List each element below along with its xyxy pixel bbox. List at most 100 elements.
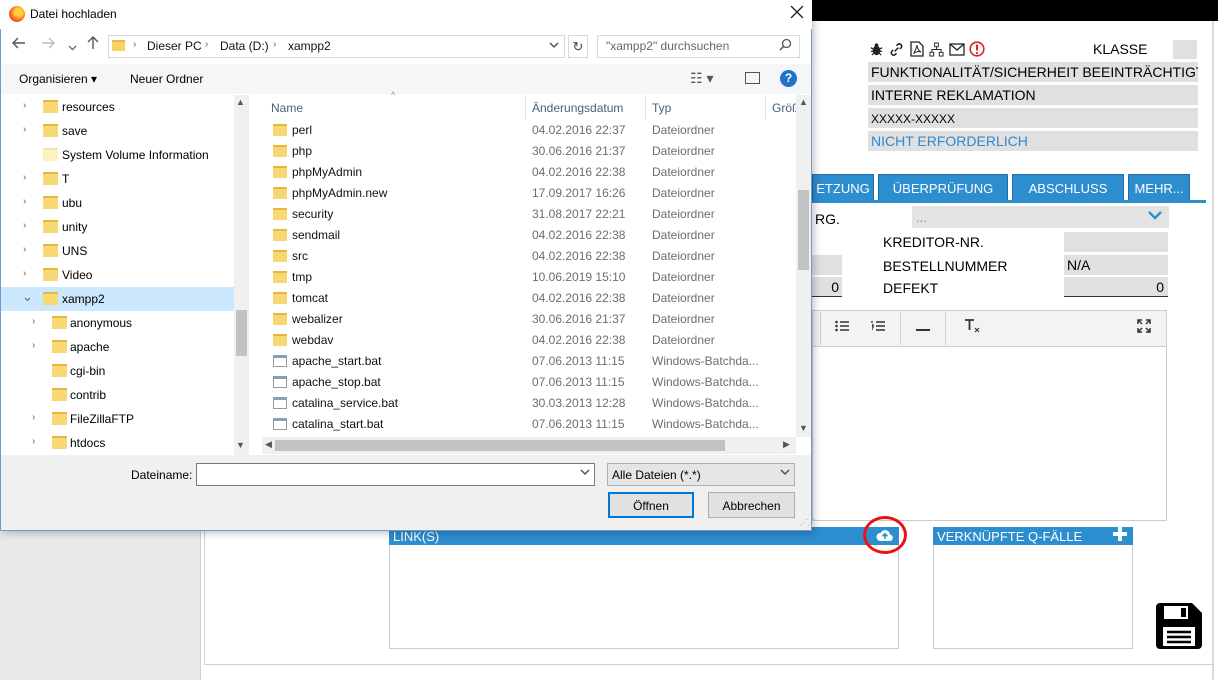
tree-item-video[interactable]: › Video	[1, 263, 235, 287]
breadcrumb-data-drive[interactable]: Data (D:)	[220, 39, 269, 53]
column-header-name[interactable]: Name	[271, 101, 303, 115]
tab-umsetzung[interactable]: ETZUNG	[812, 174, 874, 201]
tree-item-contrib[interactable]: contrib	[1, 383, 235, 407]
file-type-filter[interactable]: Alle Dateien (*.*)	[607, 463, 795, 486]
column-header-type[interactable]: Typ	[652, 101, 671, 115]
chevron-right-icon[interactable]: ›	[32, 340, 35, 351]
column-header-size[interactable]: Größe	[772, 101, 796, 115]
clear-format-icon[interactable]	[964, 319, 980, 336]
field-funktionalitaet[interactable]: FUNKTIONALITÄT/SICHERHEIT BEEINTRÄCHTIGT	[868, 62, 1198, 82]
breadcrumb-dieser-pc[interactable]: Dieser PC	[147, 39, 202, 53]
tab-abschluss[interactable]: ABSCHLUSS	[1012, 174, 1124, 201]
tree-item-htdocs[interactable]: › htdocs	[1, 431, 235, 455]
tree-item-ubu[interactable]: › ubu	[1, 191, 235, 215]
file-row[interactable]: php 30.06.2016 21:37 Dateiordner	[262, 141, 796, 162]
field-erforderlich[interactable]: NICHT ERFORDERLICH	[868, 131, 1198, 151]
tree-item-save[interactable]: › save	[1, 119, 235, 143]
chevron-down-icon[interactable]	[780, 468, 790, 479]
tree-item-apache[interactable]: › apache	[1, 335, 235, 359]
file-row[interactable]: src 04.02.2016 22:38 Dateiordner	[262, 246, 796, 267]
sitemap-icon[interactable]	[928, 41, 945, 58]
scroll-left-icon[interactable]: ◀	[265, 439, 272, 450]
chevron-right-icon[interactable]: ›	[23, 124, 26, 135]
preview-pane-icon[interactable]	[745, 72, 760, 84]
search-icon[interactable]	[779, 38, 792, 54]
close-icon[interactable]	[790, 3, 804, 24]
chevron-down-icon[interactable]: ⌄	[22, 289, 33, 305]
chevron-right-icon[interactable]: ›	[23, 268, 26, 279]
file-row[interactable]: perl 04.02.2016 22:37 Dateiordner	[262, 120, 796, 141]
fullscreen-icon[interactable]	[1137, 319, 1151, 336]
tree-item-cgi-bin[interactable]: cgi-bin	[1, 359, 235, 383]
tree-item-system-volume-information[interactable]: System Volume Information	[1, 143, 235, 167]
klasse-field[interactable]	[1173, 40, 1197, 59]
scroll-up-icon[interactable]: ▲	[236, 97, 245, 107]
cancel-button[interactable]: Abbrechen	[708, 492, 795, 518]
bug-icon[interactable]	[868, 41, 885, 58]
organize-button[interactable]: Organisieren ▾	[19, 72, 97, 86]
bulleted-list-icon[interactable]	[835, 319, 849, 335]
file-row[interactable]: tmp 10.06.2019 15:10 Dateiordner	[262, 267, 796, 288]
address-dropdown-icon[interactable]	[549, 38, 559, 52]
file-row[interactable]: tomcat 04.02.2016 22:38 Dateiordner	[262, 288, 796, 309]
chevron-right-icon[interactable]: ›	[23, 196, 26, 207]
field-reklamation[interactable]: INTERNE REKLAMATION	[868, 85, 1198, 105]
mail-icon[interactable]	[948, 41, 965, 58]
scroll-down-icon[interactable]: ▼	[799, 423, 808, 433]
chevron-right-icon[interactable]: ›	[23, 172, 26, 183]
tree-item-resources[interactable]: › resources	[1, 95, 235, 119]
chevron-right-icon[interactable]: ›	[23, 100, 26, 111]
tree-item-t[interactable]: › T	[1, 167, 235, 191]
tree-item-filezillaftp[interactable]: › FileZillaFTP	[1, 407, 235, 431]
file-row[interactable]: sendmail 04.02.2016 22:38 Dateiordner	[262, 225, 796, 246]
back-arrow-icon[interactable]	[12, 36, 26, 53]
chevron-right-icon[interactable]: ›	[23, 244, 26, 255]
recent-dropdown-icon[interactable]	[68, 38, 77, 55]
refresh-icon[interactable]: ↻	[568, 35, 588, 58]
file-row[interactable]: catalina_start.bat 07.06.2013 11:15 Window…	[262, 414, 796, 435]
view-options-icon[interactable]: ☷ ▾	[690, 70, 713, 87]
dropdown-select[interactable]	[912, 206, 1169, 228]
file-row[interactable]: webdav 04.02.2016 22:38 Dateiordner	[262, 330, 796, 351]
help-icon[interactable]: ?	[780, 70, 797, 87]
chevron-right-icon[interactable]: ›	[32, 316, 35, 327]
list-vertical-scrollbar-thumb[interactable]	[798, 190, 809, 270]
file-row[interactable]: phpMyAdmin.new 17.09.2017 16:26 Dateiordne…	[262, 183, 796, 204]
tree-item-xampp2[interactable]: ⌄ xampp2	[1, 287, 235, 311]
chevron-down-icon[interactable]	[580, 468, 590, 479]
file-row[interactable]: webalizer 30.06.2016 21:37 Dateiordner	[262, 309, 796, 330]
breadcrumb-xampp2[interactable]: xampp2	[288, 39, 331, 53]
chevron-right-icon[interactable]: ›	[23, 220, 26, 231]
column-separator[interactable]	[765, 95, 766, 120]
kreditor-field[interactable]	[1064, 232, 1168, 252]
tab-mehr[interactable]: MEHR...	[1128, 174, 1190, 201]
tab-ueberpruefung[interactable]: ÜBERPRÜFUNG	[878, 174, 1008, 201]
chevron-right-icon[interactable]: ›	[32, 412, 35, 423]
link-icon[interactable]	[888, 41, 905, 58]
column-separator[interactable]	[645, 95, 646, 120]
scroll-right-icon[interactable]: ▶	[783, 439, 790, 450]
dialog-titlebar[interactable]	[0, 0, 812, 29]
tree-scrollbar[interactable]	[234, 95, 249, 455]
add-icon[interactable]	[1112, 525, 1128, 548]
defekt-field[interactable]: 0	[1064, 277, 1168, 297]
field-id[interactable]: XXXXX-XXXXX	[868, 108, 1198, 128]
chevron-right-icon[interactable]: ›	[32, 436, 35, 447]
resize-grip-icon[interactable]: ⋰⋰	[800, 518, 815, 527]
column-header-date[interactable]: Änderungsdatum	[532, 101, 623, 115]
scroll-down-icon[interactable]: ▼	[236, 440, 245, 450]
tree-item-unity[interactable]: › unity	[1, 215, 235, 239]
file-row[interactable]: security 31.08.2017 22:21 Dateiordner	[262, 204, 796, 225]
save-icon[interactable]	[1154, 601, 1204, 654]
left-field-2[interactable]: 0	[812, 277, 842, 297]
tree-item-uns[interactable]: › UNS	[1, 239, 235, 263]
horizontal-rule-icon[interactable]	[916, 320, 930, 336]
column-separator[interactable]	[525, 95, 526, 120]
chevron-down-icon[interactable]	[1148, 207, 1162, 225]
left-field-1[interactable]	[812, 255, 842, 275]
open-button[interactable]: Öffnen	[608, 492, 694, 518]
file-row[interactable]: apache_start.bat 07.06.2013 11:15 Windows-…	[262, 351, 796, 372]
scroll-up-icon[interactable]: ▲	[799, 97, 808, 107]
alert-icon[interactable]	[968, 41, 985, 58]
tree-scrollbar-thumb[interactable]	[236, 310, 247, 356]
